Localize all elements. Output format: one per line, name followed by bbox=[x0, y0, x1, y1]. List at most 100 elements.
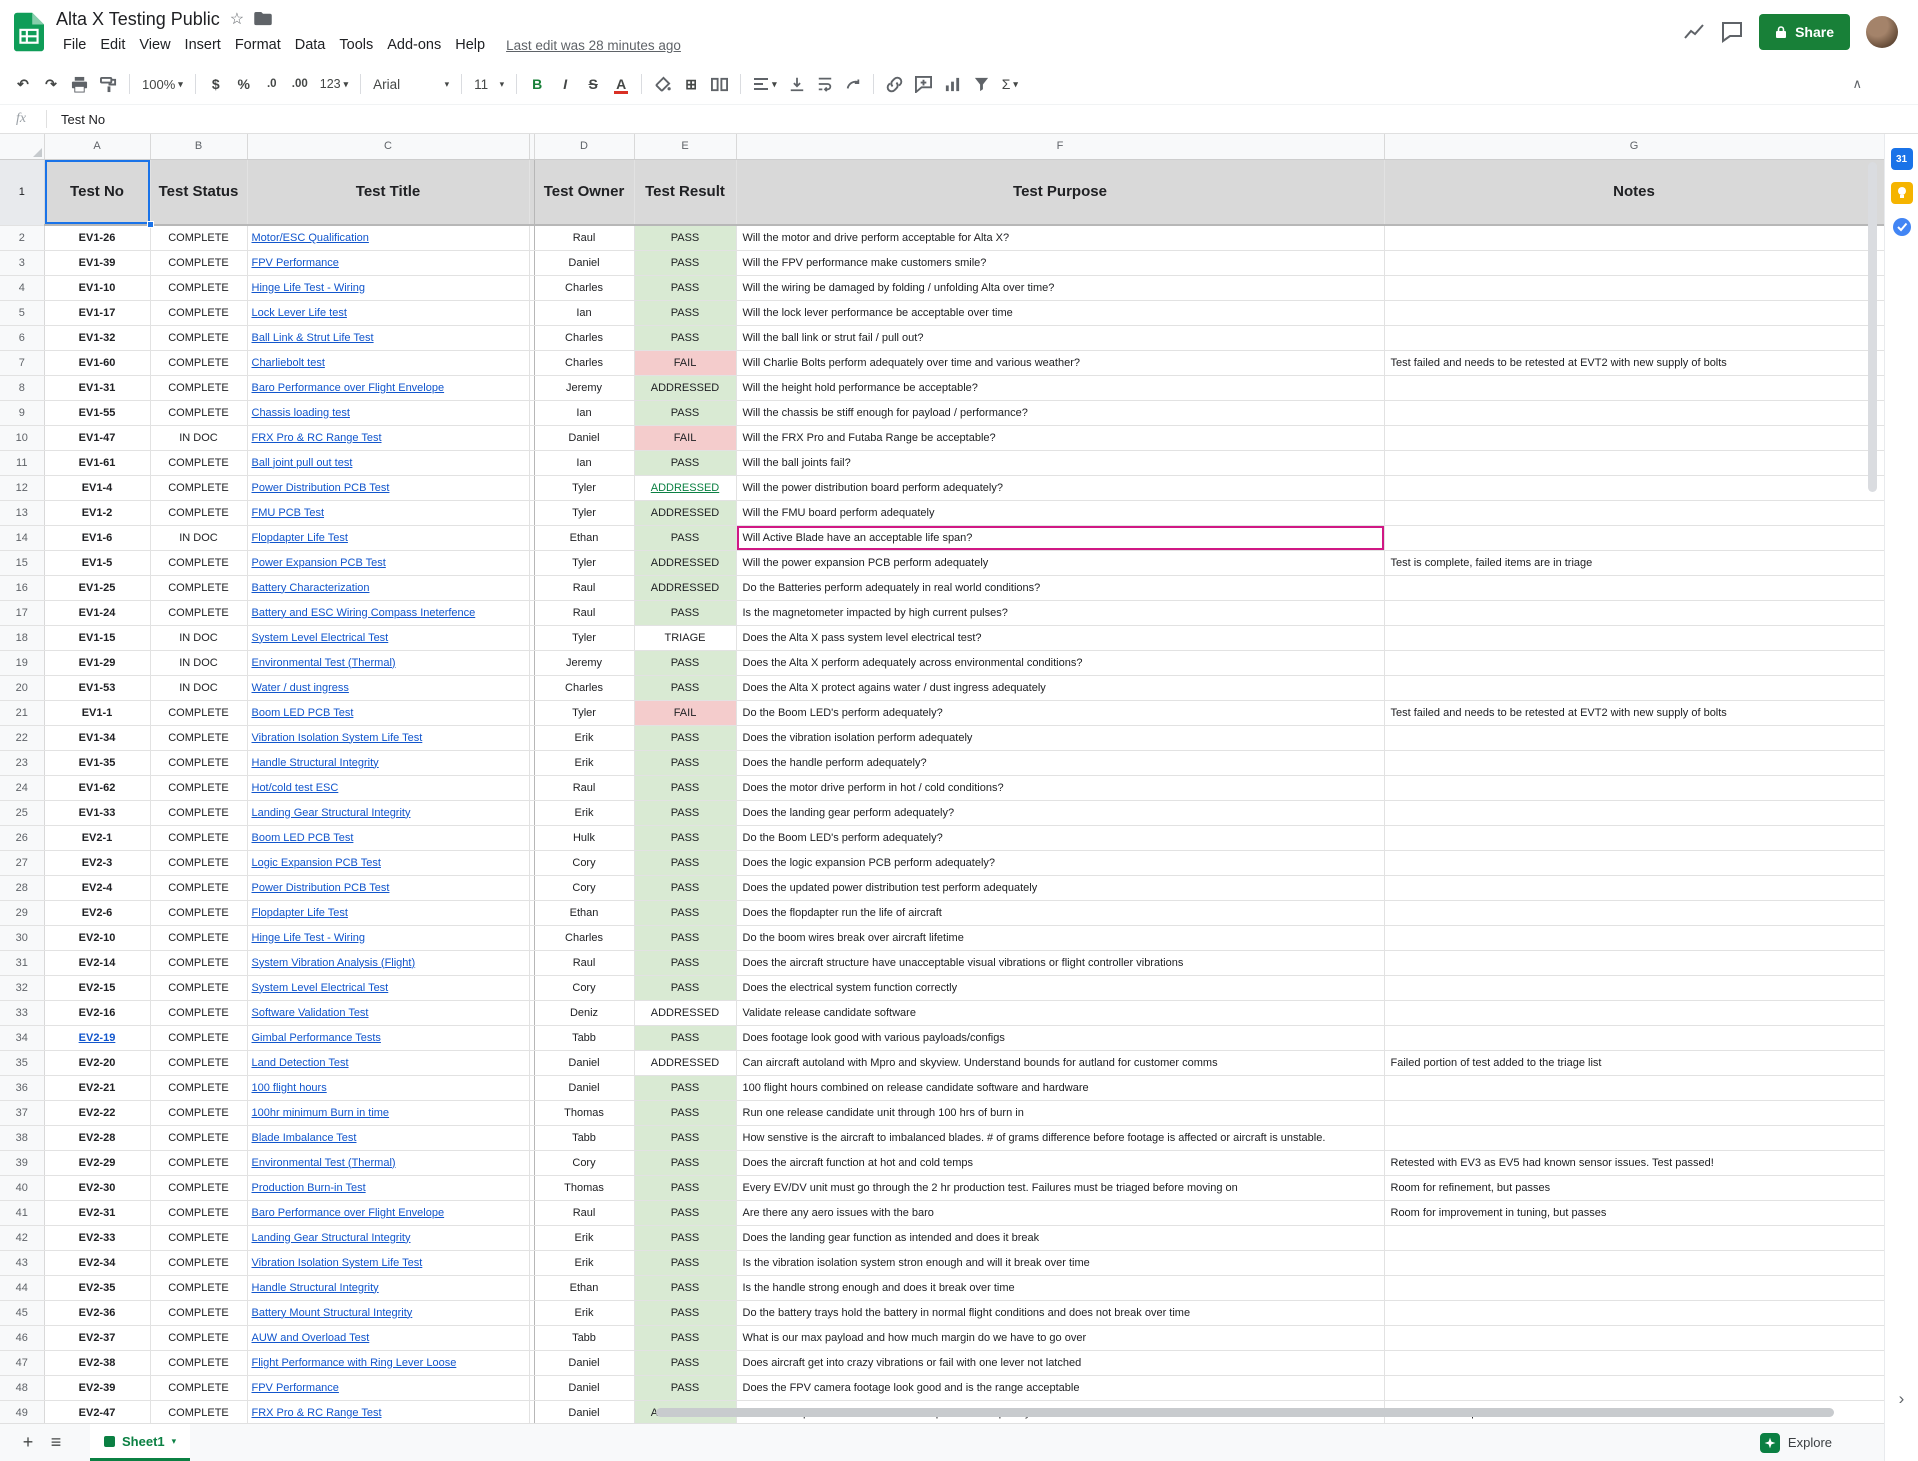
star-icon[interactable]: ☆ bbox=[230, 9, 244, 29]
cell-C38[interactable]: Blade Imbalance Test bbox=[247, 1125, 529, 1150]
row-header-1[interactable]: 1 bbox=[0, 159, 44, 225]
cell-D16[interactable]: Raul bbox=[534, 575, 634, 600]
fill-color-button[interactable] bbox=[649, 71, 676, 97]
cell-B31[interactable]: COMPLETE bbox=[150, 950, 247, 975]
cell-F15[interactable]: Will the power expansion PCB perform ade… bbox=[736, 550, 1384, 575]
cell-F16[interactable]: Do the Batteries perform adequately in r… bbox=[736, 575, 1384, 600]
cell-A20[interactable]: EV1-53 bbox=[44, 675, 150, 700]
cell-C15[interactable]: Power Expansion PCB Test bbox=[247, 550, 529, 575]
cell-E11[interactable]: PASS bbox=[634, 450, 736, 475]
cell-A4[interactable]: EV1-10 bbox=[44, 275, 150, 300]
vertical-scrollbar-thumb[interactable] bbox=[1868, 162, 1877, 492]
cell-E28[interactable]: PASS bbox=[634, 875, 736, 900]
cell-E44[interactable]: PASS bbox=[634, 1275, 736, 1300]
cell-F21[interactable]: Do the Boom LED's perform adequately? bbox=[736, 700, 1384, 725]
cell-A3[interactable]: EV1-39 bbox=[44, 250, 150, 275]
row-header-8[interactable]: 8 bbox=[0, 375, 44, 400]
cell-G21[interactable]: Test failed and needs to be retested at … bbox=[1384, 700, 1884, 725]
row-header-46[interactable]: 46 bbox=[0, 1325, 44, 1350]
cell-G28[interactable] bbox=[1384, 875, 1884, 900]
cell-C25[interactable]: Landing Gear Structural Integrity bbox=[247, 800, 529, 825]
cell-E39[interactable]: PASS bbox=[634, 1150, 736, 1175]
cell-D27[interactable]: Cory bbox=[534, 850, 634, 875]
cell-C12[interactable]: Power Distribution PCB Test bbox=[247, 475, 529, 500]
cell-E40[interactable]: PASS bbox=[634, 1175, 736, 1200]
cell-A40[interactable]: EV2-30 bbox=[44, 1175, 150, 1200]
cell-A31[interactable]: EV2-14 bbox=[44, 950, 150, 975]
cell-D31[interactable]: Raul bbox=[534, 950, 634, 975]
cell-A34[interactable]: EV2-19 bbox=[44, 1025, 150, 1050]
vertical-scrollbar[interactable] bbox=[1868, 162, 1878, 782]
cell-F31[interactable]: Does the aircraft structure have unaccep… bbox=[736, 950, 1384, 975]
keep-icon[interactable] bbox=[1891, 182, 1913, 204]
cell-B3[interactable]: COMPLETE bbox=[150, 250, 247, 275]
cell-B24[interactable]: COMPLETE bbox=[150, 775, 247, 800]
cell-A18[interactable]: EV1-15 bbox=[44, 625, 150, 650]
comments-icon[interactable] bbox=[1721, 21, 1743, 43]
activity-icon[interactable] bbox=[1683, 21, 1705, 43]
cell-C18[interactable]: System Level Electrical Test bbox=[247, 625, 529, 650]
cell-D35[interactable]: Daniel bbox=[534, 1050, 634, 1075]
cell-F32[interactable]: Does the electrical system function corr… bbox=[736, 975, 1384, 1000]
cell-E47[interactable]: PASS bbox=[634, 1350, 736, 1375]
cell-B4[interactable]: COMPLETE bbox=[150, 275, 247, 300]
print-icon[interactable] bbox=[66, 71, 93, 97]
row-header-6[interactable]: 6 bbox=[0, 325, 44, 350]
test-title-link[interactable]: Land Detection Test bbox=[252, 1057, 349, 1069]
cell-B47[interactable]: COMPLETE bbox=[150, 1350, 247, 1375]
row-header-44[interactable]: 44 bbox=[0, 1275, 44, 1300]
cell-G29[interactable] bbox=[1384, 900, 1884, 925]
cell-C42[interactable]: Landing Gear Structural Integrity bbox=[247, 1225, 529, 1250]
cell-D25[interactable]: Erik bbox=[534, 800, 634, 825]
horizontal-scrollbar-thumb[interactable] bbox=[656, 1408, 1834, 1417]
cell-F14[interactable]: Will Active Blade have an acceptable lif… bbox=[736, 525, 1384, 550]
cell-E38[interactable]: PASS bbox=[634, 1125, 736, 1150]
cell-G1[interactable]: Notes bbox=[1384, 159, 1884, 225]
cell-G33[interactable] bbox=[1384, 1000, 1884, 1025]
cell-E43[interactable]: PASS bbox=[634, 1250, 736, 1275]
cell-G41[interactable]: Room for improvement in tuning, but pass… bbox=[1384, 1200, 1884, 1225]
test-title-link[interactable]: Flopdapter Life Test bbox=[252, 532, 348, 544]
cell-C29[interactable]: Flopdapter Life Test bbox=[247, 900, 529, 925]
insert-chart-icon[interactable] bbox=[939, 71, 966, 97]
chevron-down-icon[interactable]: ▾ bbox=[172, 1436, 177, 1447]
cell-G39[interactable]: Retested with EV3 as EV5 had known senso… bbox=[1384, 1150, 1884, 1175]
test-title-link[interactable]: Handle Structural Integrity bbox=[252, 1282, 379, 1294]
row-header-28[interactable]: 28 bbox=[0, 875, 44, 900]
cell-B13[interactable]: COMPLETE bbox=[150, 500, 247, 525]
cell-G36[interactable] bbox=[1384, 1075, 1884, 1100]
cell-D21[interactable]: Tyler bbox=[534, 700, 634, 725]
column-header-G[interactable]: G bbox=[1384, 134, 1884, 159]
cell-D32[interactable]: Cory bbox=[534, 975, 634, 1000]
cell-B7[interactable]: COMPLETE bbox=[150, 350, 247, 375]
cell-D5[interactable]: Ian bbox=[534, 300, 634, 325]
cell-E9[interactable]: PASS bbox=[634, 400, 736, 425]
cell-B18[interactable]: IN DOC bbox=[150, 625, 247, 650]
cell-B39[interactable]: COMPLETE bbox=[150, 1150, 247, 1175]
cell-G22[interactable] bbox=[1384, 725, 1884, 750]
cell-F43[interactable]: Is the vibration isolation system stron … bbox=[736, 1250, 1384, 1275]
cell-D11[interactable]: Ian bbox=[534, 450, 634, 475]
test-no-link[interactable]: EV2-19 bbox=[79, 1032, 116, 1044]
test-title-link[interactable]: Hinge Life Test - Wiring bbox=[252, 932, 366, 944]
cell-G6[interactable] bbox=[1384, 325, 1884, 350]
cell-B28[interactable]: COMPLETE bbox=[150, 875, 247, 900]
row-header-2[interactable]: 2 bbox=[0, 225, 44, 250]
row-header-12[interactable]: 12 bbox=[0, 475, 44, 500]
increase-decimal-button[interactable]: .00 bbox=[287, 71, 313, 97]
cell-C2[interactable]: Motor/ESC Qualification bbox=[247, 225, 529, 250]
cell-D13[interactable]: Tyler bbox=[534, 500, 634, 525]
row-header-37[interactable]: 37 bbox=[0, 1100, 44, 1125]
cell-C46[interactable]: AUW and Overload Test bbox=[247, 1325, 529, 1350]
cell-A49[interactable]: EV2-47 bbox=[44, 1400, 150, 1423]
cell-E23[interactable]: PASS bbox=[634, 750, 736, 775]
row-header-24[interactable]: 24 bbox=[0, 775, 44, 800]
menu-help[interactable]: Help bbox=[448, 35, 492, 55]
sheets-logo-icon[interactable] bbox=[14, 12, 44, 52]
cell-F37[interactable]: Run one release candidate unit through 1… bbox=[736, 1100, 1384, 1125]
cell-C27[interactable]: Logic Expansion PCB Test bbox=[247, 850, 529, 875]
cell-G44[interactable] bbox=[1384, 1275, 1884, 1300]
cell-G11[interactable] bbox=[1384, 450, 1884, 475]
cell-A38[interactable]: EV2-28 bbox=[44, 1125, 150, 1150]
cell-B16[interactable]: COMPLETE bbox=[150, 575, 247, 600]
